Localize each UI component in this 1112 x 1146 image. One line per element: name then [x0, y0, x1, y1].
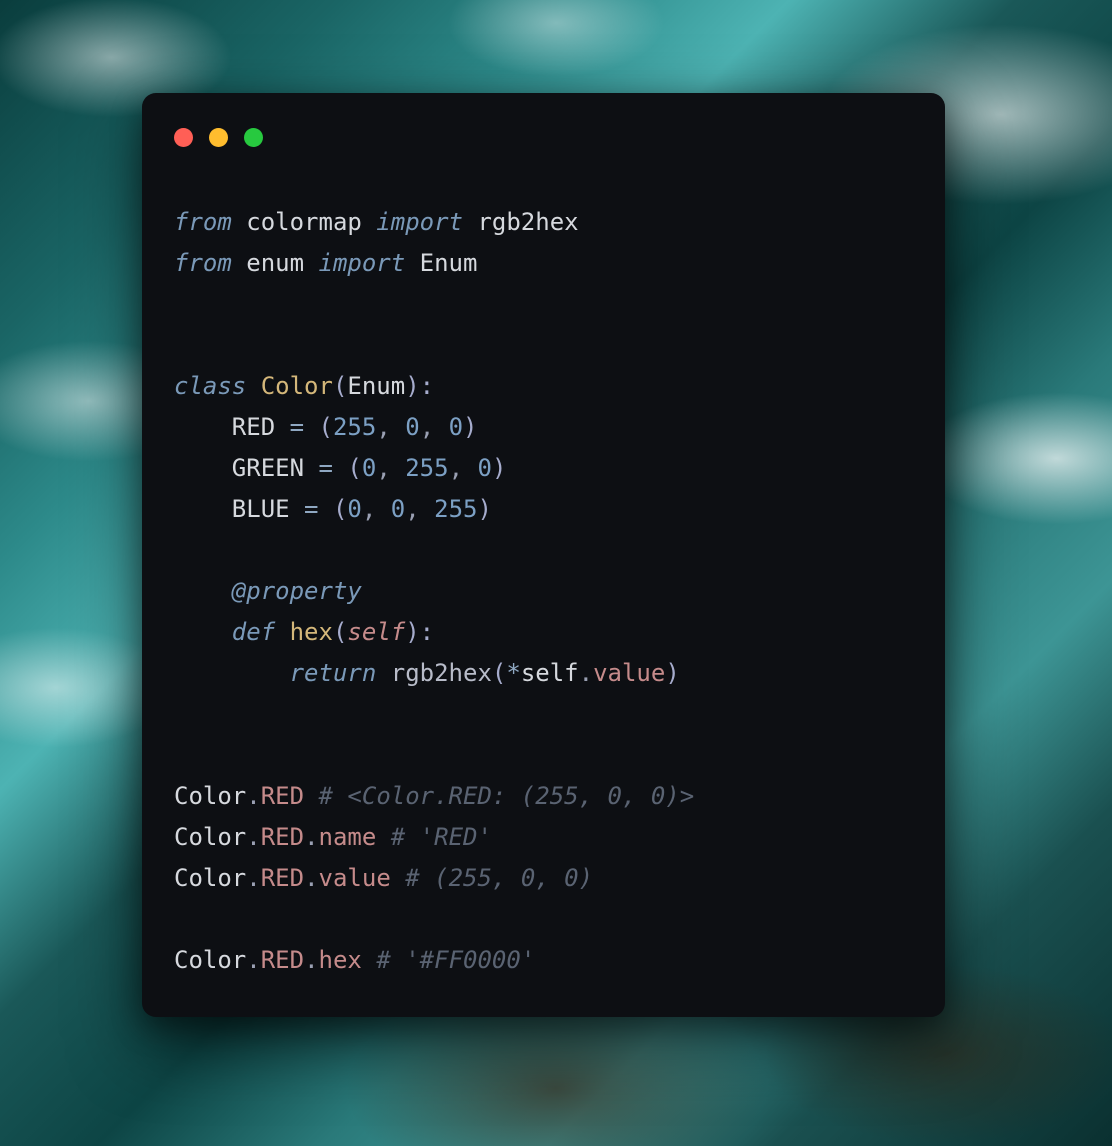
- ref-color: Color: [174, 946, 246, 974]
- ref-color: Color: [174, 782, 246, 810]
- keyword-import: import: [376, 208, 463, 236]
- module-enum: enum: [246, 249, 304, 277]
- paren: ): [477, 495, 491, 523]
- comma: ,: [376, 454, 390, 482]
- comment: # '#FF0000': [376, 946, 535, 974]
- ref-red: RED: [261, 946, 304, 974]
- name-rgb2hex: rgb2hex: [477, 208, 578, 236]
- paren: (: [319, 413, 333, 441]
- comma: ,: [362, 495, 376, 523]
- name-enum: Enum: [420, 249, 478, 277]
- method-hex: hex: [290, 618, 333, 646]
- keyword-def: def: [232, 618, 275, 646]
- decorator-property: @property: [232, 577, 362, 605]
- paren: (: [492, 659, 506, 687]
- traffic-lights: [142, 128, 945, 182]
- keyword-class: class: [174, 372, 246, 400]
- call-rgb2hex: rgb2hex: [391, 659, 492, 687]
- comma: ,: [376, 413, 390, 441]
- comment: # 'RED': [391, 823, 492, 851]
- num: 0: [449, 413, 463, 441]
- close-icon[interactable]: [174, 128, 193, 147]
- member-red: RED: [232, 413, 275, 441]
- dot: .: [246, 782, 260, 810]
- paren: (: [333, 495, 347, 523]
- dot: .: [579, 659, 593, 687]
- class-color: Color: [261, 372, 333, 400]
- operator-star: *: [506, 659, 520, 687]
- dot: .: [304, 946, 318, 974]
- code-block: from colormap import rgb2hex from enum i…: [142, 182, 945, 1001]
- member-blue: BLUE: [232, 495, 290, 523]
- op-eq: =: [290, 413, 304, 441]
- dot: .: [304, 864, 318, 892]
- keyword-from: from: [174, 249, 232, 277]
- keyword-from: from: [174, 208, 232, 236]
- maximize-icon[interactable]: [244, 128, 263, 147]
- ref-color: Color: [174, 864, 246, 892]
- paren: (: [333, 618, 347, 646]
- keyword-import: import: [319, 249, 406, 277]
- ref-red: RED: [261, 864, 304, 892]
- comma: ,: [449, 454, 463, 482]
- attr-hex: hex: [319, 946, 362, 974]
- comma: ,: [420, 413, 434, 441]
- attr-value: value: [319, 864, 391, 892]
- self: self: [521, 659, 579, 687]
- paren: (: [333, 372, 347, 400]
- op-eq: =: [319, 454, 333, 482]
- param-self: self: [347, 618, 405, 646]
- ref-red: RED: [261, 782, 304, 810]
- keyword-return: return: [290, 659, 377, 687]
- num: 0: [362, 454, 376, 482]
- attr-value: value: [593, 659, 665, 687]
- num: 0: [477, 454, 491, 482]
- paren: ):: [405, 372, 434, 400]
- num: 0: [347, 495, 361, 523]
- num: 0: [405, 413, 419, 441]
- ref-color: Color: [174, 823, 246, 851]
- num: 0: [391, 495, 405, 523]
- paren: ): [665, 659, 679, 687]
- dot: .: [246, 946, 260, 974]
- code-window: from colormap import rgb2hex from enum i…: [142, 93, 945, 1017]
- comment: # <Color.RED: (255, 0, 0)>: [319, 782, 695, 810]
- member-green: GREEN: [232, 454, 304, 482]
- paren: ): [492, 454, 506, 482]
- module-colormap: colormap: [246, 208, 362, 236]
- comment: # (255, 0, 0): [405, 864, 593, 892]
- attr-name: name: [319, 823, 377, 851]
- num: 255: [434, 495, 477, 523]
- base-enum: Enum: [347, 372, 405, 400]
- comma: ,: [405, 495, 419, 523]
- num: 255: [333, 413, 376, 441]
- dot: .: [246, 864, 260, 892]
- op-eq: =: [304, 495, 318, 523]
- dot: .: [304, 823, 318, 851]
- paren: (: [347, 454, 361, 482]
- ref-red: RED: [261, 823, 304, 851]
- dot: .: [246, 823, 260, 851]
- paren: ):: [405, 618, 434, 646]
- paren: ): [463, 413, 477, 441]
- num: 255: [405, 454, 448, 482]
- minimize-icon[interactable]: [209, 128, 228, 147]
